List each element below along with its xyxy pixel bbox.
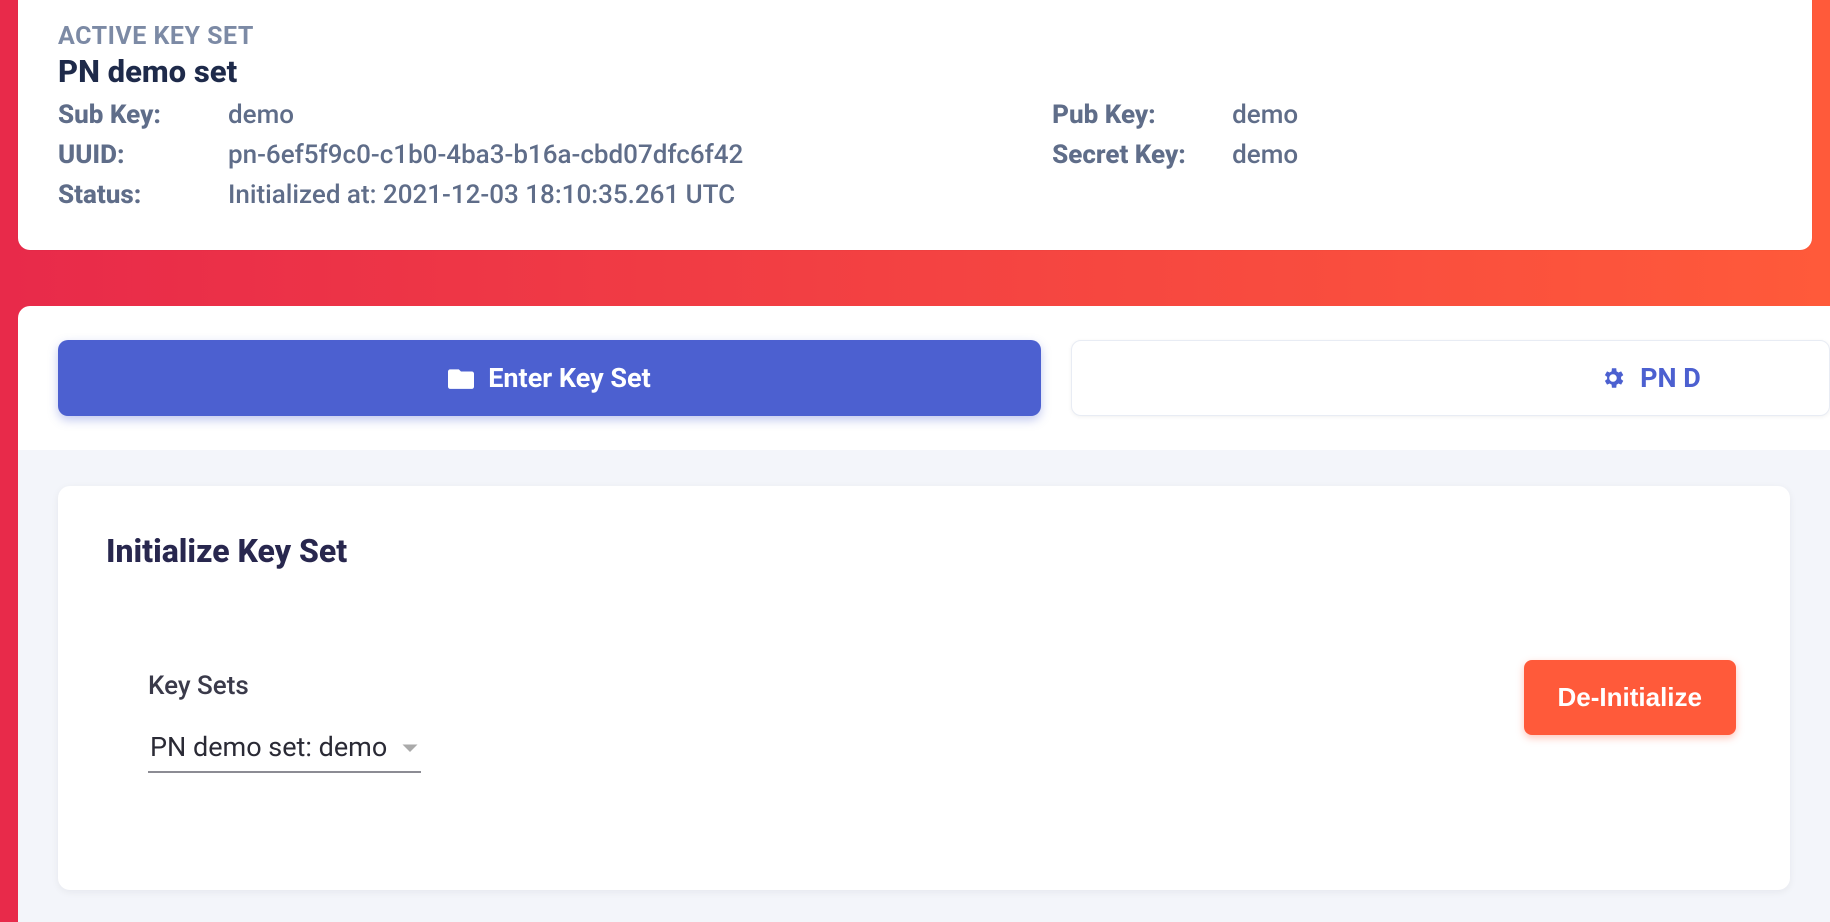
uuid-value: pn-6ef5f9c0-c1b0-4ba3-b16a-cbd07dfc6f42	[228, 140, 992, 170]
uuid-label: UUID:	[58, 140, 228, 170]
initialize-panel: Initialize Key Set Key Sets PN demo set:…	[58, 486, 1790, 890]
keysets-field: Key Sets PN demo set: demo	[106, 671, 421, 773]
keysets-select[interactable]: PN demo set: demo	[148, 729, 421, 773]
keyset-details: Sub Key: demo UUID: pn-6ef5f9c0-c1b0-4ba…	[58, 100, 1772, 220]
active-keyset-header: ACTIVE KEY SET	[58, 22, 1772, 51]
sub-key-value: demo	[228, 100, 992, 130]
pub-key-label: Pub Key:	[1052, 100, 1232, 130]
content-area: Initialize Key Set Key Sets PN demo set:…	[18, 450, 1830, 922]
tab-manage-label: PN D	[1640, 362, 1701, 394]
panel-title: Initialize Key Set	[106, 532, 1742, 570]
sub-key-label: Sub Key:	[58, 100, 228, 130]
tab-manage-key-set[interactable]: PN D	[1071, 340, 1830, 416]
tab-enter-key-set[interactable]: Enter Key Set	[58, 340, 1041, 416]
keysets-label: Key Sets	[148, 671, 421, 701]
tab-bar: Enter Key Set PN D	[18, 306, 1830, 450]
gear-icon	[1600, 365, 1626, 391]
active-keyset-name: PN demo set	[58, 53, 1772, 90]
folder-icon	[448, 367, 474, 389]
status-value: Initialized at: 2021-12-03 18:10:35.261 …	[228, 180, 992, 210]
status-label: Status:	[58, 180, 228, 210]
secret-key-value: demo	[1232, 140, 1772, 170]
pub-key-value: demo	[1232, 100, 1772, 130]
secret-key-label: Secret Key:	[1052, 140, 1232, 170]
keysets-selected-value: PN demo set: demo	[150, 731, 387, 763]
deinitialize-button[interactable]: De-Initialize	[1524, 660, 1736, 735]
tab-enter-label: Enter Key Set	[488, 362, 651, 394]
chevron-down-icon	[401, 731, 419, 763]
active-keyset-card: ACTIVE KEY SET PN demo set Sub Key: demo…	[18, 0, 1812, 250]
